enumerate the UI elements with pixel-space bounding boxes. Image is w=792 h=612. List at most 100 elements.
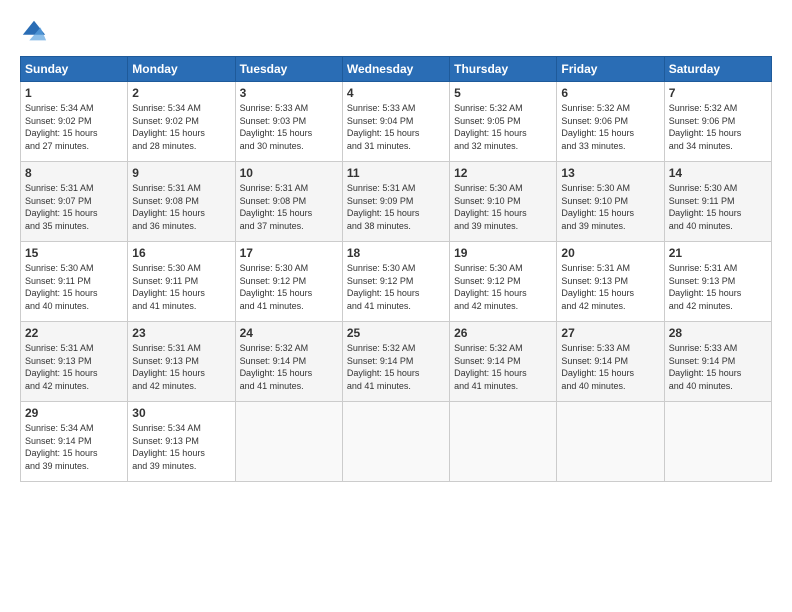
day-info: Sunrise: 5:32 AM Sunset: 9:14 PM Dayligh… xyxy=(240,342,338,392)
calendar-cell: 29Sunrise: 5:34 AM Sunset: 9:14 PM Dayli… xyxy=(21,402,128,482)
day-info: Sunrise: 5:32 AM Sunset: 9:06 PM Dayligh… xyxy=(669,102,767,152)
day-number: 10 xyxy=(240,166,338,180)
calendar-cell: 21 Sunrise: 5:31 AM Sunset: 9:13 PM Dayli… xyxy=(664,242,771,322)
day-info: Sunrise: 5:32 AM Sunset: 9:14 PM Dayligh… xyxy=(347,342,445,392)
day-number: 11 xyxy=(347,166,445,180)
calendar-cell: 6Sunrise: 5:32 AM Sunset: 9:06 PM Daylig… xyxy=(557,82,664,162)
day-info: Sunrise: 5:33 AM Sunset: 9:14 PM Dayligh… xyxy=(561,342,659,392)
day-info: Sunrise: 5:31 AM Sunset: 9:13 PM Dayligh… xyxy=(669,262,767,312)
week-row-1: 8 Sunrise: 5:31 AM Sunset: 9:07 PM Daylig… xyxy=(21,162,772,242)
day-info: Sunrise: 5:30 AM Sunset: 9:12 PM Dayligh… xyxy=(240,262,338,312)
calendar-cell xyxy=(235,402,342,482)
calendar-cell: 23 Sunrise: 5:31 AM Sunset: 9:13 PM Dayli… xyxy=(128,322,235,402)
day-number: 28 xyxy=(669,326,767,340)
calendar-header: SundayMondayTuesdayWednesdayThursdayFrid… xyxy=(21,57,772,82)
day-number: 17 xyxy=(240,246,338,260)
day-number: 9 xyxy=(132,166,230,180)
calendar-cell: 28 Sunrise: 5:33 AM Sunset: 9:14 PM Dayli… xyxy=(664,322,771,402)
header-row: SundayMondayTuesdayWednesdayThursdayFrid… xyxy=(21,57,772,82)
calendar-cell xyxy=(664,402,771,482)
day-info: Sunrise: 5:34 AM Sunset: 9:14 PM Dayligh… xyxy=(25,422,123,472)
header-wednesday: Wednesday xyxy=(342,57,449,82)
page: SundayMondayTuesdayWednesdayThursdayFrid… xyxy=(0,0,792,612)
day-number: 14 xyxy=(669,166,767,180)
calendar-cell: 2 Sunrise: 5:34 AM Sunset: 9:02 PM Daylig… xyxy=(128,82,235,162)
day-info: Sunrise: 5:30 AM Sunset: 9:12 PM Dayligh… xyxy=(454,262,552,312)
day-info: Sunrise: 5:31 AM Sunset: 9:13 PM Dayligh… xyxy=(132,342,230,392)
week-row-3: 22 Sunrise: 5:31 AM Sunset: 9:13 PM Dayli… xyxy=(21,322,772,402)
day-info: Sunrise: 5:33 AM Sunset: 9:14 PM Dayligh… xyxy=(669,342,767,392)
day-number: 18 xyxy=(347,246,445,260)
calendar-cell: 16 Sunrise: 5:30 AM Sunset: 9:11 PM Dayli… xyxy=(128,242,235,322)
calendar-cell: 20Sunrise: 5:31 AM Sunset: 9:13 PM Dayli… xyxy=(557,242,664,322)
header-tuesday: Tuesday xyxy=(235,57,342,82)
header-saturday: Saturday xyxy=(664,57,771,82)
day-number: 21 xyxy=(669,246,767,260)
day-number: 19 xyxy=(454,246,552,260)
day-number: 24 xyxy=(240,326,338,340)
calendar-cell: 11Sunrise: 5:31 AM Sunset: 9:09 PM Dayli… xyxy=(342,162,449,242)
calendar-cell: 18 Sunrise: 5:30 AM Sunset: 9:12 PM Dayli… xyxy=(342,242,449,322)
day-number: 2 xyxy=(132,86,230,100)
calendar-cell xyxy=(342,402,449,482)
day-info: Sunrise: 5:31 AM Sunset: 9:08 PM Dayligh… xyxy=(240,182,338,232)
calendar-cell: 13 Sunrise: 5:30 AM Sunset: 9:10 PM Dayli… xyxy=(557,162,664,242)
calendar-cell: 15Sunrise: 5:30 AM Sunset: 9:11 PM Dayli… xyxy=(21,242,128,322)
day-info: Sunrise: 5:30 AM Sunset: 9:11 PM Dayligh… xyxy=(132,262,230,312)
day-number: 3 xyxy=(240,86,338,100)
day-number: 26 xyxy=(454,326,552,340)
calendar-cell: 19 Sunrise: 5:30 AM Sunset: 9:12 PM Dayli… xyxy=(450,242,557,322)
day-info: Sunrise: 5:32 AM Sunset: 9:06 PM Dayligh… xyxy=(561,102,659,152)
calendar-cell: 10 Sunrise: 5:31 AM Sunset: 9:08 PM Dayli… xyxy=(235,162,342,242)
calendar-cell: 14 Sunrise: 5:30 AM Sunset: 9:11 PM Dayli… xyxy=(664,162,771,242)
day-info: Sunrise: 5:33 AM Sunset: 9:03 PM Dayligh… xyxy=(240,102,338,152)
day-number: 7 xyxy=(669,86,767,100)
header-friday: Friday xyxy=(557,57,664,82)
day-number: 5 xyxy=(454,86,552,100)
calendar-cell: 25 Sunrise: 5:32 AM Sunset: 9:14 PM Dayli… xyxy=(342,322,449,402)
day-info: Sunrise: 5:31 AM Sunset: 9:07 PM Dayligh… xyxy=(25,182,123,232)
calendar-cell: 7 Sunrise: 5:32 AM Sunset: 9:06 PM Daylig… xyxy=(664,82,771,162)
calendar-cell: 9 Sunrise: 5:31 AM Sunset: 9:08 PM Daylig… xyxy=(128,162,235,242)
calendar-cell: 5Sunrise: 5:32 AM Sunset: 9:05 PM Daylig… xyxy=(450,82,557,162)
calendar-cell: 8 Sunrise: 5:31 AM Sunset: 9:07 PM Daylig… xyxy=(21,162,128,242)
header xyxy=(20,18,772,46)
day-number: 4 xyxy=(347,86,445,100)
day-number: 27 xyxy=(561,326,659,340)
day-number: 16 xyxy=(132,246,230,260)
day-number: 23 xyxy=(132,326,230,340)
calendar-cell: 12Sunrise: 5:30 AM Sunset: 9:10 PM Dayli… xyxy=(450,162,557,242)
calendar-cell: 1 Sunrise: 5:34 AM Sunset: 9:02 PM Daylig… xyxy=(21,82,128,162)
calendar-cell: 24 Sunrise: 5:32 AM Sunset: 9:14 PM Dayli… xyxy=(235,322,342,402)
day-info: Sunrise: 5:32 AM Sunset: 9:14 PM Dayligh… xyxy=(454,342,552,392)
day-number: 13 xyxy=(561,166,659,180)
day-number: 8 xyxy=(25,166,123,180)
day-number: 1 xyxy=(25,86,123,100)
calendar-cell: 26 Sunrise: 5:32 AM Sunset: 9:14 PM Dayli… xyxy=(450,322,557,402)
day-info: Sunrise: 5:34 AM Sunset: 9:13 PM Dayligh… xyxy=(132,422,230,472)
calendar-cell: 3 Sunrise: 5:33 AM Sunset: 9:03 PM Daylig… xyxy=(235,82,342,162)
logo-icon xyxy=(20,18,48,46)
calendar-cell xyxy=(450,402,557,482)
day-number: 20 xyxy=(561,246,659,260)
day-info: Sunrise: 5:31 AM Sunset: 9:08 PM Dayligh… xyxy=(132,182,230,232)
day-number: 12 xyxy=(454,166,552,180)
header-thursday: Thursday xyxy=(450,57,557,82)
day-info: Sunrise: 5:30 AM Sunset: 9:11 PM Dayligh… xyxy=(669,182,767,232)
day-number: 30 xyxy=(132,406,230,420)
day-info: Sunrise: 5:34 AM Sunset: 9:02 PM Dayligh… xyxy=(25,102,123,152)
week-row-2: 15Sunrise: 5:30 AM Sunset: 9:11 PM Dayli… xyxy=(21,242,772,322)
calendar-cell: 4Sunrise: 5:33 AM Sunset: 9:04 PM Daylig… xyxy=(342,82,449,162)
calendar-cell: 30 Sunrise: 5:34 AM Sunset: 9:13 PM Dayli… xyxy=(128,402,235,482)
day-number: 25 xyxy=(347,326,445,340)
day-info: Sunrise: 5:30 AM Sunset: 9:10 PM Dayligh… xyxy=(561,182,659,232)
header-monday: Monday xyxy=(128,57,235,82)
day-number: 22 xyxy=(25,326,123,340)
calendar-body: 1 Sunrise: 5:34 AM Sunset: 9:02 PM Daylig… xyxy=(21,82,772,482)
day-info: Sunrise: 5:30 AM Sunset: 9:12 PM Dayligh… xyxy=(347,262,445,312)
day-info: Sunrise: 5:34 AM Sunset: 9:02 PM Dayligh… xyxy=(132,102,230,152)
calendar-table: SundayMondayTuesdayWednesdayThursdayFrid… xyxy=(20,56,772,482)
week-row-4: 29Sunrise: 5:34 AM Sunset: 9:14 PM Dayli… xyxy=(21,402,772,482)
header-sunday: Sunday xyxy=(21,57,128,82)
calendar-cell xyxy=(557,402,664,482)
